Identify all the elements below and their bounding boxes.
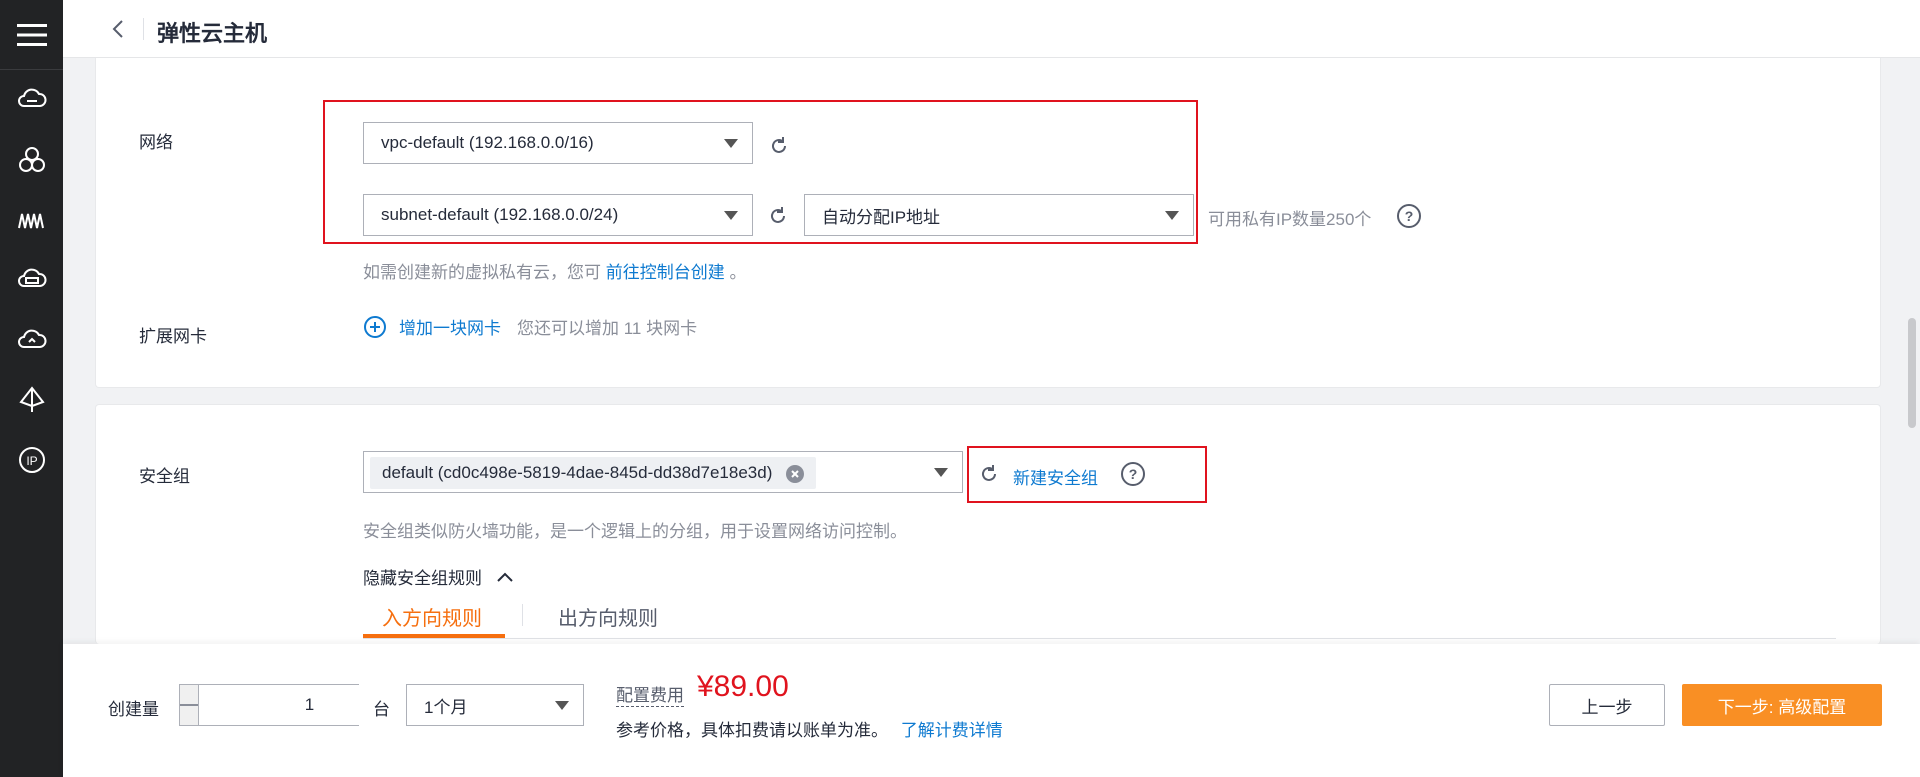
svg-text:?: ? (1405, 208, 1414, 224)
top-bar: 弹性云主机 (63, 0, 1920, 58)
footer-bar: 创建量 台 1个月 配置费用 ¥89.00 参考价格，具体扣费请以账单为准。 了… (63, 644, 1920, 777)
svg-text:IP: IP (26, 454, 37, 468)
quantity-label: 创建量 (108, 700, 159, 719)
fee-label[interactable]: 配置费用 (616, 681, 684, 707)
divider (143, 18, 144, 40)
security-group-label: 安全组 (139, 467, 190, 486)
create-vpc-link[interactable]: 前往控制台创建 (606, 263, 725, 282)
security-group-tag-label: default (cd0c498e-5819-4dae-845d-dd38d7e… (382, 463, 773, 482)
highlight-box (323, 100, 1198, 244)
tab-outbound-rules[interactable]: 出方向规则 (558, 602, 658, 631)
add-nic-link[interactable]: 增加一块网卡 (399, 314, 501, 339)
highlight-box (967, 446, 1207, 503)
duration-select[interactable]: 1个月 (406, 684, 584, 726)
prev-step-button[interactable]: 上一步 (1549, 684, 1665, 726)
price: ¥89.00 (697, 670, 789, 703)
page-title: 弹性云主机 (157, 21, 268, 46)
vpc-hint-text: 如需创建新的虚拟私有云，您可 (363, 263, 601, 282)
plus-circle-icon[interactable] (363, 315, 387, 339)
quantity-stepper (179, 684, 439, 726)
ip-icon[interactable]: IP (0, 440, 63, 480)
nic-remaining: 您还可以增加 11 块网卡 (517, 319, 698, 338)
reference-price-label: 参考价格，具体扣费请以账单为准。 (616, 721, 888, 740)
available-ip-count: 可用私有IP数量250个 (1208, 210, 1372, 229)
left-sidebar: IP (0, 0, 63, 777)
vpc-hint: 如需创建新的虚拟私有云，您可 前往控制台创建 。 (363, 258, 746, 283)
hide-rules-toggle[interactable]: 隐藏安全组规则 (363, 564, 514, 589)
chevron-down-icon (934, 468, 948, 477)
menu-icon[interactable] (0, 0, 63, 70)
tab-divider (522, 604, 523, 626)
minus-icon[interactable] (180, 685, 199, 725)
unit-label: 台 (373, 700, 390, 719)
chevron-down-icon (555, 701, 569, 710)
network-icon[interactable] (0, 380, 63, 420)
nic-label: 扩展网卡 (139, 327, 207, 346)
back-icon[interactable] (103, 14, 133, 44)
security-group-hint: 安全组类似防火墙功能，是一个逻辑上的分组，用于设置网络访问控制。 (363, 522, 907, 541)
tab-inbound-rules[interactable]: 入方向规则 (382, 602, 482, 631)
network-label: 网络 (139, 133, 173, 152)
storage-icon[interactable] (0, 260, 63, 300)
duration-value: 1个月 (424, 697, 468, 717)
scrollbar[interactable] (1908, 318, 1916, 428)
security-group-select[interactable]: default (cd0c498e-5819-4dae-845d-dd38d7e… (363, 451, 963, 493)
billing-details-link[interactable]: 了解计费详情 (901, 721, 1003, 740)
next-step-button[interactable]: 下一步: 高级配置 (1682, 684, 1882, 726)
hide-rules-label: 隐藏安全组规则 (363, 569, 482, 588)
vpc-hint-suffix: 。 (729, 263, 747, 282)
tabs-underline (363, 638, 1836, 639)
add-nic-row: 增加一块网卡 您还可以增加 11 块网卡 (363, 314, 697, 339)
close-icon[interactable] (786, 465, 805, 483)
help-icon[interactable]: ? (1396, 203, 1422, 229)
cloud-icon[interactable] (0, 320, 63, 360)
active-tab-indicator (363, 634, 505, 638)
reference-price-text: 参考价格，具体扣费请以账单为准。 了解计费详情 (616, 716, 1003, 741)
cluster-icon[interactable] (0, 140, 63, 180)
cloud-server-icon[interactable] (0, 80, 63, 120)
chevron-up-icon (496, 571, 514, 583)
security-group-tag: default (cd0c498e-5819-4dae-845d-dd38d7e… (370, 457, 817, 489)
waves-icon[interactable] (0, 200, 63, 240)
